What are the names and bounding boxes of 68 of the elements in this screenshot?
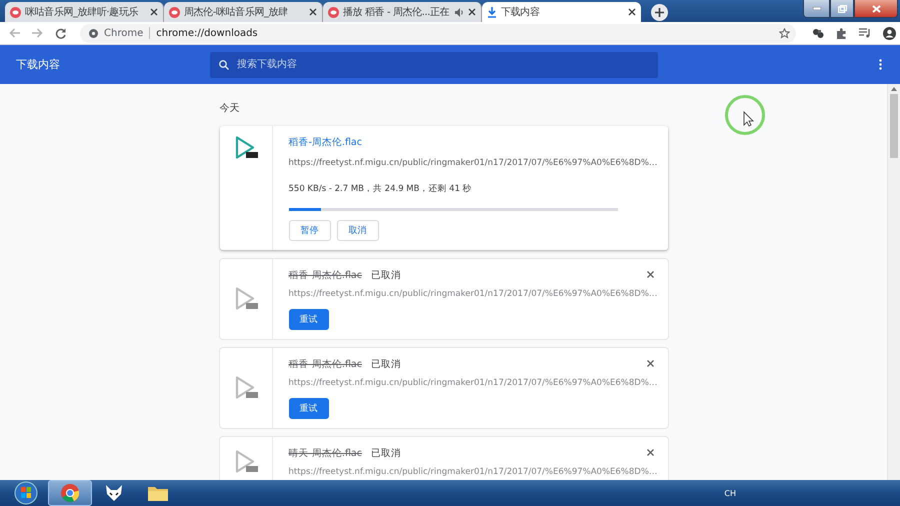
file-name[interactable]: 稻香-周杰伦.flac [288,358,362,371]
download-status: 550 KB/s - 2.7 MB，共 24.9 MB，还剩 41 秒 [288,183,473,195]
profile-icon[interactable] [883,26,896,40]
minimize-button[interactable] [803,0,830,18]
site-icon [328,6,339,18]
section-heading: 今天 [220,102,240,115]
cursor-highlight [724,94,766,136]
browser-tab[interactable]: 周杰伦-咪咕音乐网_放肆 [164,2,323,22]
browser-tab[interactable]: 播放 稻香 - 周杰伦...正在 [323,2,482,22]
close-icon[interactable] [150,8,158,16]
retry-button[interactable]: 重试 [288,398,328,419]
minimize-icon [812,7,820,10]
scrollbar[interactable] [887,84,900,480]
input-language[interactable]: CH [724,488,736,498]
search-icon [219,60,229,70]
site-icon [169,6,180,18]
browser-icon [61,484,79,502]
action-button[interactable]: 取消 [336,220,378,241]
fox-icon[interactable] [105,485,123,501]
audio-file-icon [234,376,258,400]
site-icon [10,6,21,18]
download-state: 已取消 [370,358,401,371]
close-icon[interactable] [309,8,317,16]
file-name[interactable]: 稻香-周杰伦.flac [288,136,362,149]
close-icon[interactable] [646,360,654,367]
download-state: 已取消 [370,269,401,282]
scroll-up-icon [891,87,897,91]
audio-file-icon [234,450,258,474]
close-icon[interactable] [468,8,476,16]
menu-icon[interactable] [879,59,882,70]
puzzle-icon[interactable] [836,28,847,38]
restore-icon [838,4,846,12]
close-icon[interactable] [628,8,636,16]
scroll-thumb[interactable] [890,94,898,158]
maximize-button[interactable] [830,0,854,18]
action-button[interactable]: 暂停 [288,220,330,241]
source-url: https://freetyst.nf.migu.cn/public/ringmaker01/n17/2017/07/%E6%97%A0%E6%8D%… [288,289,658,299]
close-icon[interactable] [646,449,654,456]
site-label: Chrome [104,28,144,38]
browser-taskbar-button[interactable] [48,480,92,506]
start-button[interactable] [14,481,38,505]
source-url: https://freetyst.nf.migu.cn/public/ringmaker01/n17/2017/07/%E6%97%A0%E6%8D%… [288,378,658,388]
folder-icon[interactable] [148,485,168,501]
close-icon [872,4,880,12]
browser-tab[interactable]: 下载内容 [482,2,641,22]
reload-icon[interactable] [55,28,66,38]
browser-tab[interactable]: 咪咕音乐网_放肆听·趣玩乐 [5,2,164,22]
address-bar[interactable]: Chrome chrome://downloads [80,24,796,42]
retry-button[interactable]: 重试 [288,309,328,330]
close-button[interactable] [854,0,898,18]
download-icon [487,6,497,18]
extension-icon[interactable] [812,28,824,38]
plus-icon [655,8,664,17]
audio-file-icon [234,287,258,311]
info-icon [89,28,98,38]
close-icon[interactable] [646,271,654,278]
new-tab-button[interactable] [651,4,668,21]
star-icon[interactable] [779,28,790,38]
source-url: https://freetyst.nf.migu.cn/public/ringmaker01/n17/2017/07/%E6%97%A0%E6%8D%… [288,467,658,477]
audio-file-icon [234,136,258,160]
download-state: 已取消 [370,447,401,460]
page-title: 下载内容 [16,57,61,72]
source-url: https://freetyst.nf.migu.cn/public/ringmaker01/n17/2017/07/%E6%97%A0%E6%8D%… [288,158,658,168]
file-name[interactable]: 晴天-周杰伦.flac [288,447,362,460]
file-name[interactable]: 稻香-周杰伦.flac [288,269,362,282]
media-icon[interactable] [859,28,871,38]
search-field[interactable]: 搜索下载内容 [210,52,658,78]
url-text: chrome://downloads [156,28,259,38]
